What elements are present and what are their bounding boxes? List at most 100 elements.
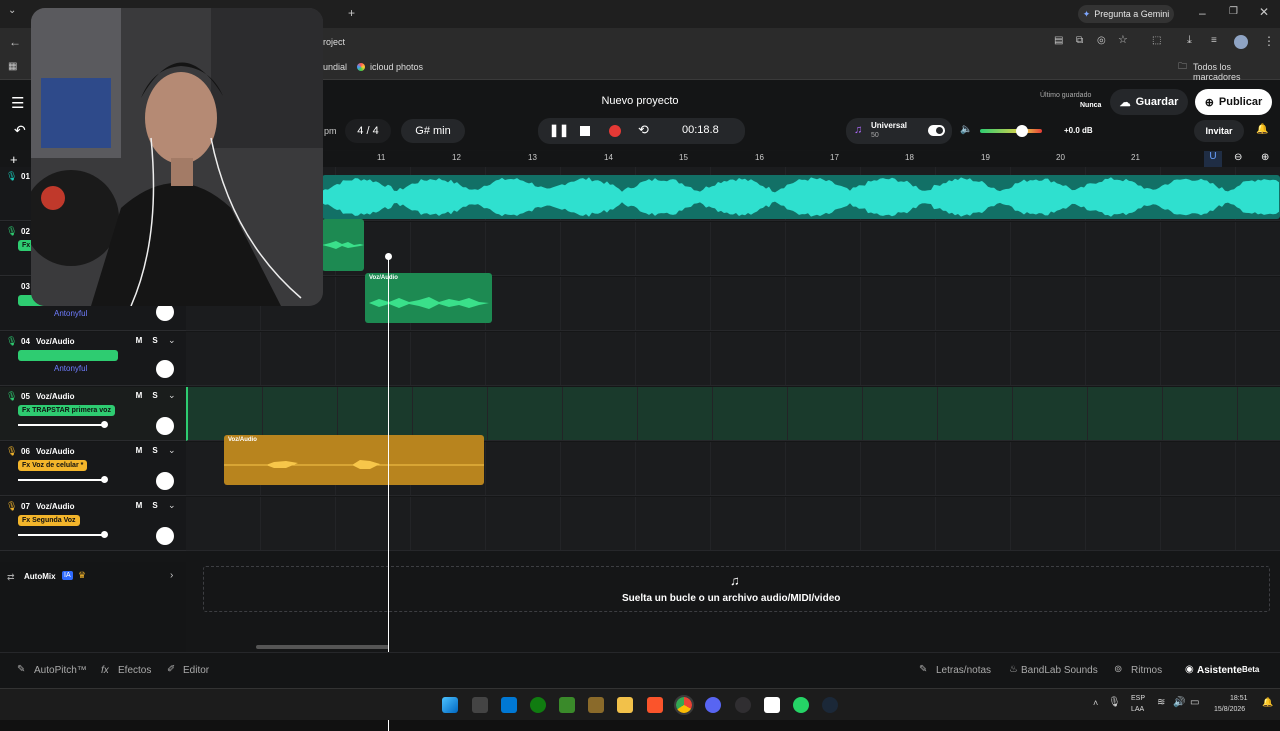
track-lane[interactable]: Voz/Audio bbox=[186, 273, 1280, 331]
effects-button[interactable]: Efectos bbox=[118, 665, 151, 676]
mute-button[interactable]: M bbox=[133, 446, 145, 455]
chevron-down-icon[interactable]: ⌄ bbox=[168, 335, 176, 346]
time-signature[interactable]: 4 / 4 bbox=[345, 119, 391, 143]
volume-icon[interactable]: 🔈 bbox=[960, 124, 972, 135]
track-name[interactable]: Voz/Audio bbox=[36, 447, 75, 456]
wifi-icon[interactable]: ≋ bbox=[1157, 697, 1165, 708]
plugin-name[interactable]: Antonyful bbox=[54, 309, 87, 318]
undo-icon[interactable]: ↶ bbox=[14, 122, 26, 139]
preset-selector[interactable]: ♫ Universal 50 bbox=[846, 118, 952, 144]
store-icon[interactable] bbox=[501, 697, 517, 713]
preset-toggle[interactable] bbox=[928, 125, 945, 136]
solo-button[interactable]: S bbox=[149, 446, 161, 455]
clock-time[interactable]: 18:51 bbox=[1230, 695, 1248, 702]
minimize-icon[interactable]: – bbox=[1199, 7, 1206, 19]
xbox-icon[interactable] bbox=[530, 697, 546, 713]
pan-knob[interactable] bbox=[156, 472, 174, 490]
cast-icon[interactable]: ⧉ bbox=[1076, 36, 1083, 46]
tempo-unit[interactable]: pm bbox=[324, 126, 337, 136]
autopitch-button[interactable]: AutoPitch™ bbox=[34, 665, 87, 676]
horizontal-scrollbar[interactable] bbox=[256, 645, 389, 649]
track-name[interactable]: Voz/Audio bbox=[36, 337, 75, 346]
volume-slider[interactable] bbox=[18, 424, 106, 426]
pan-knob[interactable] bbox=[156, 417, 174, 435]
apps-grid-icon[interactable]: ▦ bbox=[8, 62, 17, 72]
bookmark-item[interactable]: icloud photos bbox=[370, 62, 423, 72]
track-header[interactable]: 🎙 04 Voz/Audio M S ⌄ Antonyful bbox=[0, 332, 186, 386]
track-name[interactable]: Voz/Audio bbox=[36, 502, 75, 511]
lyrics-button[interactable]: Letras/notas bbox=[936, 665, 991, 676]
automix-label[interactable]: AutoMix bbox=[24, 572, 56, 581]
microphone-icon[interactable]: 🎙 bbox=[1108, 697, 1121, 708]
mute-button[interactable]: M bbox=[133, 336, 145, 345]
record-icon[interactable] bbox=[609, 125, 621, 137]
new-tab-icon[interactable]: + bbox=[348, 7, 355, 19]
task-view-icon[interactable] bbox=[472, 697, 488, 713]
sounds-button[interactable]: BandLab Sounds bbox=[1021, 665, 1098, 676]
track-lane[interactable] bbox=[186, 497, 1280, 551]
key-selector[interactable]: G# min bbox=[401, 119, 465, 143]
chevron-right-icon[interactable]: › bbox=[170, 570, 173, 581]
notification-bell-icon[interactable]: 🔔 bbox=[1262, 697, 1273, 708]
mute-button[interactable]: M bbox=[133, 501, 145, 510]
hamburger-menu-icon[interactable]: ☰ bbox=[11, 94, 24, 112]
downloads-icon[interactable]: ⤓ bbox=[1187, 35, 1192, 46]
capcut-icon[interactable] bbox=[764, 697, 780, 713]
stop-icon[interactable] bbox=[580, 126, 590, 136]
magnet-icon[interactable]: U bbox=[1204, 151, 1222, 167]
extensions-icon[interactable]: ⬚ bbox=[1152, 36, 1161, 46]
file-explorer-icon[interactable] bbox=[617, 697, 633, 713]
fx-tag[interactable] bbox=[18, 350, 118, 361]
pan-knob[interactable] bbox=[156, 360, 174, 378]
queue-icon[interactable]: ≡ bbox=[1211, 36, 1217, 46]
chrome-icon[interactable] bbox=[674, 695, 694, 715]
mute-button[interactable]: M bbox=[133, 391, 145, 400]
hide-icon[interactable]: ◎ bbox=[1097, 36, 1106, 46]
master-volume-thumb[interactable] bbox=[1016, 125, 1028, 137]
fx-tag[interactable]: Fx TRAPSTAR primera voz bbox=[18, 405, 115, 416]
publish-button[interactable]: ⊕ Publicar bbox=[1195, 89, 1272, 115]
chevron-up-icon[interactable]: ˄ bbox=[1093, 698, 1098, 708]
audio-clip[interactable]: Voz/Audio bbox=[365, 273, 492, 323]
obs-icon[interactable] bbox=[735, 697, 751, 713]
chevron-down-icon[interactable]: ⌄ bbox=[168, 445, 176, 456]
volume-slider[interactable] bbox=[18, 534, 106, 536]
volume-slider-thumb[interactable] bbox=[101, 531, 108, 538]
master-volume-slider[interactable] bbox=[980, 125, 1042, 137]
tab-list-icon[interactable]: ⌄ bbox=[8, 6, 16, 16]
zoom-out-icon[interactable]: ⊖ bbox=[1234, 152, 1242, 163]
all-bookmarks-link[interactable]: Todos los marcadores bbox=[1193, 62, 1280, 82]
track-lane[interactable]: Voz/Audio bbox=[186, 435, 1280, 496]
clock-date[interactable]: 15/8/2026 bbox=[1214, 706, 1245, 713]
audio-clip[interactable] bbox=[322, 175, 1280, 219]
chevron-down-icon[interactable]: ⌄ bbox=[168, 390, 176, 401]
profile-avatar[interactable] bbox=[1234, 35, 1248, 49]
window-close-icon[interactable]: ✕ bbox=[1259, 6, 1269, 18]
brave-icon[interactable] bbox=[647, 697, 663, 713]
track-header[interactable]: 🎙 07 Voz/Audio M S ⌄ Fx Segunda Voz bbox=[0, 497, 186, 551]
maximize-icon[interactable]: ❐ bbox=[1229, 7, 1238, 17]
track-lane[interactable] bbox=[186, 332, 1280, 386]
track-lane[interactable] bbox=[186, 167, 1280, 221]
bookmark-star-icon[interactable]: ☆ bbox=[1118, 35, 1128, 46]
invite-button[interactable]: Invitar bbox=[1194, 120, 1244, 142]
solo-button[interactable]: S bbox=[149, 501, 161, 510]
minecraft-icon[interactable] bbox=[559, 697, 575, 713]
back-icon[interactable]: ← bbox=[9, 36, 21, 48]
beats-button[interactable]: Ritmos bbox=[1131, 665, 1162, 676]
solo-button[interactable]: S bbox=[149, 391, 161, 400]
track-lane[interactable] bbox=[186, 219, 1280, 276]
project-title[interactable]: Nuevo proyecto bbox=[560, 95, 720, 107]
battery-icon[interactable]: ▭ bbox=[1190, 697, 1199, 708]
menu-dots-icon[interactable]: ⋮ bbox=[1263, 35, 1275, 47]
zoom-in-icon[interactable]: ⊕ bbox=[1261, 152, 1269, 163]
language-bottom[interactable]: LAA bbox=[1131, 706, 1144, 713]
playhead-handle[interactable] bbox=[385, 253, 392, 260]
language-top[interactable]: ESP bbox=[1131, 695, 1145, 702]
assistant-button[interactable]: Asistente bbox=[1197, 665, 1242, 676]
gemini-button[interactable]: ✦ Pregunta a Gemini bbox=[1078, 5, 1174, 23]
track-lane[interactable] bbox=[186, 387, 1280, 441]
audio-clip[interactable]: Voz/Audio bbox=[224, 435, 484, 485]
reading-mode-icon[interactable]: ▤ bbox=[1054, 36, 1063, 46]
plugin-name[interactable]: Antonyful bbox=[54, 364, 87, 373]
